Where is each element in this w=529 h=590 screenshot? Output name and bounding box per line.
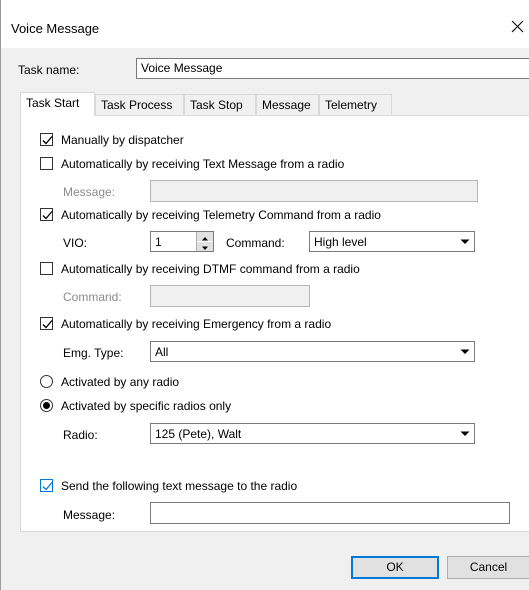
command-value: High level [314,235,367,249]
text-message-input[interactable] [150,180,478,202]
cancel-button[interactable]: Cancel [447,556,529,579]
emg-type-value: All [155,345,169,359]
send-text-checkbox[interactable] [40,479,53,492]
title-bar: Voice Message [1,0,529,48]
radio-value: 125 (Pete), Walt [155,427,242,441]
checkmark-icon [42,136,53,145]
close-icon[interactable] [506,14,529,38]
emg-type-label: Emg. Type: [63,346,124,360]
checkmark-icon [42,482,53,491]
text-message-label: Automatically by receiving Text Message … [61,157,345,171]
tab-task-stop[interactable]: Task Stop [184,94,256,115]
emergency-label: Automatically by receiving Emergency fro… [61,317,332,331]
specific-radios-option[interactable] [40,399,53,412]
task-name-value: Voice Message [141,61,223,75]
dtmf-command-input[interactable] [150,285,310,307]
checkmark-icon [42,211,53,220]
stepper-buttons [196,232,213,251]
chevron-down-icon [457,233,473,250]
send-text-message-input[interactable] [150,502,510,524]
vio-label: VIO: [63,236,88,250]
specific-radios-label: Activated by specific radios only [61,399,232,413]
command-label: Command: [226,236,285,250]
checkmark-icon [42,320,53,329]
command-select[interactable]: High level [309,231,475,252]
stepper-up-icon[interactable] [197,232,213,241]
dtmf-checkbox[interactable] [40,262,53,275]
manual-checkbox[interactable] [40,133,53,146]
tab-task-process[interactable]: Task Process [95,94,184,115]
send-text-msg-label: Message: [63,508,116,522]
any-radio-option[interactable] [40,375,53,388]
vio-value: 1 [155,235,162,249]
tab-message[interactable]: Message [256,94,319,115]
radio-label: Radio: [63,428,98,442]
voice-message-dialog: Voice Message Task name: Voice Message T… [0,0,529,590]
dtmf-command-label: Command: [63,290,122,304]
window-title: Voice Message [11,21,100,36]
task-name-label: Task name: [18,63,80,77]
tab-task-start[interactable]: Task Start [20,92,95,116]
any-radio-label: Activated by any radio [61,375,180,389]
emg-type-select[interactable]: All [150,341,475,362]
telemetry-label: Automatically by receiving Telemetry Com… [61,208,381,222]
radio-select[interactable]: 125 (Pete), Walt [150,423,475,444]
vio-stepper[interactable]: 1 [150,231,214,252]
stepper-down-icon[interactable] [197,242,213,251]
send-text-label: Send the following text message to the r… [61,479,298,493]
tab-telemetry[interactable]: Telemetry [319,94,392,115]
chevron-down-icon [457,343,473,360]
manual-label: Manually by dispatcher [61,133,184,147]
text-message-checkbox[interactable] [40,157,53,170]
ok-button[interactable]: OK [351,556,439,579]
telemetry-checkbox[interactable] [40,208,53,221]
emergency-checkbox[interactable] [40,317,53,330]
dtmf-label: Automatically by receiving DTMF command … [61,262,360,276]
text-message-msg-label: Message: [63,185,116,199]
radio-selected-dot [43,402,50,409]
chevron-down-icon [457,425,473,442]
task-name-input[interactable]: Voice Message [136,58,529,79]
